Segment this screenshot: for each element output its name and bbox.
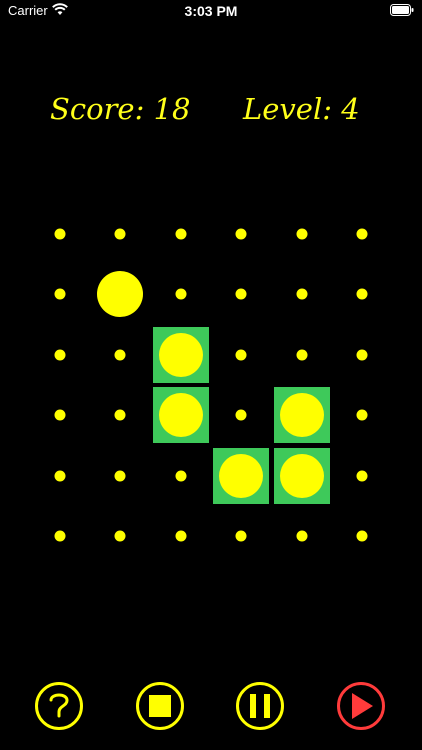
grid-dot <box>114 530 126 542</box>
grid-dot <box>296 228 308 240</box>
play-button[interactable] <box>337 682 385 730</box>
grid-dot <box>235 349 247 361</box>
grid-dot <box>54 349 66 361</box>
grid-dot <box>235 228 247 240</box>
grid-dot <box>175 470 187 482</box>
game-board[interactable] <box>0 0 422 750</box>
grid-dot <box>296 530 308 542</box>
grid-dot <box>235 530 247 542</box>
green-tile[interactable] <box>213 447 270 504</box>
grid-dot <box>54 530 66 542</box>
grid-dot <box>356 288 368 300</box>
grid-dot <box>54 288 66 300</box>
grid-dot <box>54 228 66 240</box>
grid-dot <box>296 349 308 361</box>
grid-dot <box>356 470 368 482</box>
ball-on-tile <box>279 453 324 498</box>
ball-on-tile <box>158 393 203 438</box>
grid-dot <box>114 228 126 240</box>
pause-button[interactable] <box>236 682 284 730</box>
grid-dot <box>175 288 187 300</box>
grid-dot <box>114 409 126 421</box>
ball-on-tile <box>219 453 264 498</box>
grid-dot <box>54 409 66 421</box>
stop-icon <box>149 695 171 717</box>
grid-dot <box>356 228 368 240</box>
grid-dot <box>235 409 247 421</box>
grid-dot <box>54 470 66 482</box>
stop-button[interactable] <box>136 682 184 730</box>
play-icon <box>352 693 373 719</box>
grid-dot <box>296 288 308 300</box>
grid-dot <box>175 530 187 542</box>
grid-dot <box>235 288 247 300</box>
ball-on-tile <box>158 332 203 377</box>
grid-dot <box>356 409 368 421</box>
help-button[interactable] <box>35 682 83 730</box>
player-ball[interactable] <box>97 271 144 318</box>
green-tile[interactable] <box>152 326 209 383</box>
grid-dot <box>114 349 126 361</box>
pause-icon <box>250 694 270 718</box>
question-icon <box>49 693 69 718</box>
grid-dot <box>356 530 368 542</box>
grid-dot <box>175 228 187 240</box>
green-tile[interactable] <box>273 387 330 444</box>
green-tile[interactable] <box>273 447 330 504</box>
green-tile[interactable] <box>152 387 209 444</box>
grid-dot <box>114 470 126 482</box>
grid-dot <box>356 349 368 361</box>
ball-on-tile <box>279 393 324 438</box>
